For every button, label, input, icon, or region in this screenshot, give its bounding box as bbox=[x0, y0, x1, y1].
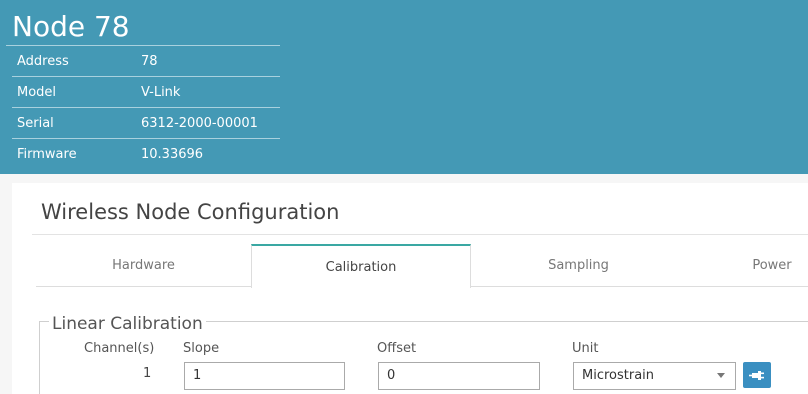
offset-input[interactable]: 0 bbox=[378, 362, 540, 390]
info-value: 6312-2000-00001 bbox=[141, 116, 258, 131]
unit-header: Unit bbox=[572, 341, 599, 356]
apply-calibration-button[interactable] bbox=[743, 362, 771, 388]
node-title: Node 78 bbox=[6, 8, 280, 46]
slope-input[interactable]: 1 bbox=[184, 362, 345, 390]
info-label: Serial bbox=[17, 116, 54, 131]
slope-header: Slope bbox=[183, 341, 220, 356]
linear-calibration-legend: Linear Calibration bbox=[49, 314, 206, 334]
info-row-serial: Serial 6312-2000-00001 bbox=[12, 109, 280, 139]
tab-bar: Hardware Calibration Sampling Power bbox=[36, 244, 808, 288]
plug-icon bbox=[749, 371, 764, 380]
info-label: Address bbox=[17, 54, 69, 69]
info-row-firmware: Firmware 10.33696 bbox=[12, 140, 280, 170]
tab-sampling[interactable]: Sampling bbox=[471, 244, 686, 287]
unit-select-value: Microstrain bbox=[582, 368, 655, 383]
offset-header: Offset bbox=[377, 341, 417, 356]
channels-header: Channel(s) bbox=[84, 341, 155, 356]
info-row-model: Model V-Link bbox=[12, 78, 280, 108]
panel-title: Wireless Node Configuration bbox=[41, 200, 340, 224]
chevron-down-icon bbox=[717, 373, 725, 378]
info-label: Firmware bbox=[17, 147, 77, 162]
info-value: V-Link bbox=[141, 85, 181, 100]
tab-power[interactable]: Power bbox=[686, 244, 808, 287]
info-label: Model bbox=[17, 85, 57, 100]
tab-calibration[interactable]: Calibration bbox=[251, 244, 471, 288]
node-header: Node 78 Address 78 Model V-Link Serial 6… bbox=[0, 0, 808, 174]
tab-hardware[interactable]: Hardware bbox=[36, 244, 251, 287]
info-row-address: Address 78 bbox=[12, 47, 280, 77]
unit-select[interactable]: Microstrain bbox=[573, 362, 736, 390]
info-value: 78 bbox=[141, 54, 158, 69]
channel-number: 1 bbox=[143, 366, 152, 381]
divider bbox=[32, 234, 808, 235]
info-value: 10.33696 bbox=[141, 147, 204, 162]
